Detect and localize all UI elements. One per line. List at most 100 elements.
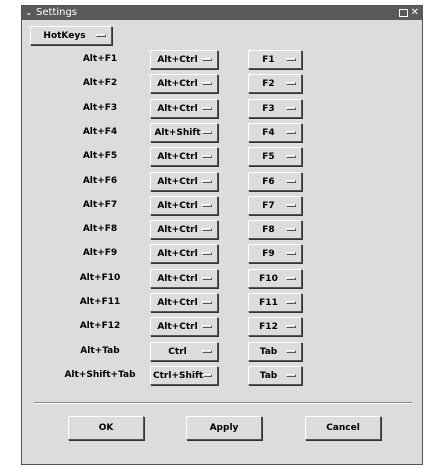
window-menu-icon[interactable]: ⌄ [25, 6, 33, 20]
key-select[interactable]: F8 [248, 220, 302, 239]
apply-button[interactable]: Apply [186, 416, 262, 440]
key-select-value: F1 [262, 54, 275, 65]
modifier-select-value: Alt+Ctrl [157, 321, 198, 332]
modifier-select[interactable]: Alt+Ctrl [150, 196, 218, 215]
hotkey-label: Alt+F3 [82, 103, 118, 113]
key-select[interactable]: F1 [248, 50, 302, 69]
key-select[interactable]: F9 [248, 244, 302, 263]
modifier-select-value: Ctrl [168, 346, 187, 357]
modifier-select-value: Alt+Ctrl [157, 54, 198, 65]
dropdown-indicator-icon [286, 228, 296, 231]
dropdown-indicator-icon [286, 374, 296, 377]
separator [34, 402, 412, 404]
window-title: Settings [36, 7, 78, 18]
key-select[interactable]: F7 [248, 196, 302, 215]
dropdown-indicator-icon [202, 325, 212, 328]
modifier-select[interactable]: Alt+Ctrl [150, 317, 218, 336]
hotkey-label: Alt+F10 [79, 273, 121, 283]
title-bar[interactable]: ⌄ Settings ✕ [22, 6, 422, 20]
dropdown-indicator-icon [202, 252, 212, 255]
dropdown-indicator-icon [202, 155, 212, 158]
dropdown-indicator-icon [286, 180, 296, 183]
hotkey-label: Alt+F12 [79, 321, 121, 331]
dropdown-indicator-icon [286, 82, 296, 85]
modifier-select-value: Alt+Ctrl [157, 297, 198, 308]
modifier-select[interactable]: Alt+Ctrl [150, 147, 218, 166]
modifier-select-value: Alt+Ctrl [157, 176, 198, 187]
modifier-select[interactable]: Alt+Ctrl [150, 50, 218, 69]
key-select-value: F6 [262, 176, 275, 187]
dropdown-indicator-icon [286, 155, 296, 158]
modifier-select[interactable]: Alt+Ctrl [150, 172, 218, 191]
key-select[interactable]: F3 [248, 99, 302, 118]
hotkey-label: Alt+F9 [82, 248, 118, 258]
hotkey-label: Alt+F7 [82, 200, 118, 210]
modifier-select[interactable]: Alt+Ctrl [150, 74, 218, 93]
hotkey-label: Alt+F8 [82, 224, 118, 234]
modifier-select[interactable]: Alt+Ctrl [150, 220, 218, 239]
modifier-select[interactable]: Alt+Shift [150, 123, 218, 142]
key-select[interactable]: F6 [248, 172, 302, 191]
category-select[interactable]: HotKeys [30, 26, 112, 45]
dropdown-indicator-icon [202, 180, 212, 183]
modifier-select[interactable]: Ctrl+Shift [150, 366, 218, 385]
dropdown-indicator-icon [202, 204, 212, 207]
key-select-value: F11 [259, 297, 278, 308]
dropdown-indicator-icon [286, 301, 296, 304]
modifier-select[interactable]: Alt+Ctrl [150, 269, 218, 288]
modifier-select-value: Alt+Ctrl [157, 273, 198, 284]
key-select-value: F7 [262, 200, 275, 211]
key-select[interactable]: F4 [248, 123, 302, 142]
key-select[interactable]: F5 [248, 147, 302, 166]
modifier-select-value: Alt+Ctrl [157, 200, 198, 211]
modifier-select-value: Alt+Ctrl [157, 224, 198, 235]
dropdown-indicator-icon [202, 301, 212, 304]
hotkey-label: Alt+F4 [82, 127, 118, 137]
close-icon[interactable]: ✕ [411, 6, 419, 20]
dropdown-indicator-icon [202, 228, 212, 231]
key-select-value: F3 [262, 103, 275, 114]
settings-window: ⌄ Settings ✕ HotKeys Alt+F1 Alt+Ctrl F1 Alt… [21, 5, 423, 465]
dropdown-indicator-icon [286, 58, 296, 61]
key-select[interactable]: Tab [248, 342, 302, 361]
category-select-value: HotKeys [43, 30, 86, 41]
modifier-select-value: Alt+Ctrl [157, 151, 198, 162]
hotkey-label: Alt+F6 [82, 176, 118, 186]
key-select-value: Tab [259, 370, 278, 381]
dropdown-indicator-icon [96, 34, 106, 37]
modifier-select[interactable]: Ctrl [150, 342, 218, 361]
ok-button[interactable]: OK [68, 416, 144, 440]
key-select[interactable]: F12 [248, 317, 302, 336]
dropdown-indicator-icon [203, 374, 212, 377]
modifier-select-value: Alt+Ctrl [157, 78, 198, 89]
modifier-select[interactable]: Alt+Ctrl [150, 99, 218, 118]
modifier-select-value: Alt+Shift [154, 127, 201, 138]
dropdown-indicator-icon [202, 82, 212, 85]
key-select[interactable]: F2 [248, 74, 302, 93]
key-select-value: F5 [262, 151, 275, 162]
modifier-select[interactable]: Alt+Ctrl [150, 293, 218, 312]
cancel-button[interactable]: Cancel [305, 416, 381, 440]
dropdown-indicator-icon [202, 58, 212, 61]
hotkey-label: Alt+F1 [82, 54, 118, 64]
hotkey-label: Alt+F2 [82, 78, 118, 88]
dropdown-indicator-icon [286, 107, 296, 110]
modifier-select-value: Alt+Ctrl [157, 248, 198, 259]
hotkey-label: Alt+F5 [82, 151, 118, 161]
key-select-value: F10 [259, 273, 278, 284]
key-select[interactable]: F10 [248, 269, 302, 288]
maximize-icon[interactable] [399, 9, 408, 17]
key-select[interactable]: Tab [248, 366, 302, 385]
modifier-select[interactable]: Alt+Ctrl [150, 244, 218, 263]
key-select-value: Tab [259, 346, 278, 357]
dropdown-indicator-icon [202, 350, 212, 353]
dropdown-indicator-icon [202, 277, 212, 280]
hotkey-label: Alt+Tab [80, 346, 120, 356]
key-select-value: F4 [262, 127, 275, 138]
dropdown-indicator-icon [286, 252, 296, 255]
dropdown-indicator-icon [286, 325, 296, 328]
key-select-value: F8 [262, 224, 275, 235]
key-select-value: F2 [262, 78, 275, 89]
dropdown-indicator-icon [202, 107, 212, 110]
key-select[interactable]: F11 [248, 293, 302, 312]
